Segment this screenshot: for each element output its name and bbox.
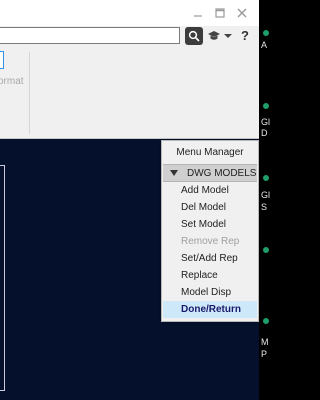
strip-text: Gl <box>261 190 270 200</box>
menu-section-header[interactable]: DWG MODELS <box>163 164 257 182</box>
menu-section-label: DWG MODELS <box>187 167 257 179</box>
strip-text: M <box>261 337 269 347</box>
status-dot <box>263 318 269 324</box>
menu-item-del-model[interactable]: Del Model <box>163 199 257 216</box>
community-settings-button[interactable] <box>207 28 221 44</box>
menu-item-set-model[interactable]: Set Model <box>163 216 257 233</box>
status-dot <box>263 30 269 36</box>
strip-text: Gl <box>261 117 270 127</box>
background-window-strip: A Gl D Gl S M P <box>259 0 271 400</box>
graduation-cap-icon <box>208 31 220 40</box>
strip-text: P <box>261 349 268 359</box>
strip-text: S <box>261 202 268 212</box>
menu-item-model-disp[interactable]: Model Disp <box>163 284 257 301</box>
ribbon-format-control[interactable] <box>0 51 4 69</box>
menu-item-replace[interactable]: Replace <box>163 267 257 284</box>
app-window: ? ormat Menu Manager DWG MODELS Add Mode… <box>0 0 259 400</box>
drawing-border <box>0 165 5 391</box>
status-dot <box>263 175 269 181</box>
triangle-down-icon <box>170 170 178 176</box>
search-bar: ? <box>0 26 259 48</box>
settings-dropdown-button[interactable] <box>224 32 232 40</box>
search-input[interactable] <box>0 27 180 44</box>
menu-manager: Menu Manager DWG MODELS Add Model Del Mo… <box>161 140 259 322</box>
help-button[interactable]: ? <box>238 27 252 45</box>
menu-item-remove-rep: Remove Rep <box>181 236 240 247</box>
ribbon-format-label: ormat <box>0 76 24 87</box>
menu-item-set-add-rep[interactable]: Set/Add Rep <box>163 250 257 267</box>
menu-manager-title: Menu Manager <box>176 147 244 158</box>
status-dot <box>263 103 269 109</box>
strip-text: A <box>261 40 268 50</box>
ribbon: ormat <box>0 48 259 139</box>
minimize-icon <box>194 15 202 17</box>
title-bar <box>0 0 259 26</box>
search-icon <box>188 30 200 42</box>
ribbon-divider <box>29 52 30 134</box>
close-button[interactable] <box>232 4 252 22</box>
status-dot <box>263 247 269 253</box>
search-button[interactable] <box>185 27 203 45</box>
menu-item-add-model[interactable]: Add Model <box>163 182 257 199</box>
strip-text: D <box>261 128 268 138</box>
close-icon <box>237 8 247 18</box>
chevron-down-icon <box>224 34 232 38</box>
menu-item-done-return[interactable]: Done/Return <box>163 301 257 318</box>
maximize-button[interactable] <box>210 4 230 22</box>
minimize-button[interactable] <box>188 4 208 22</box>
maximize-icon <box>215 8 225 18</box>
